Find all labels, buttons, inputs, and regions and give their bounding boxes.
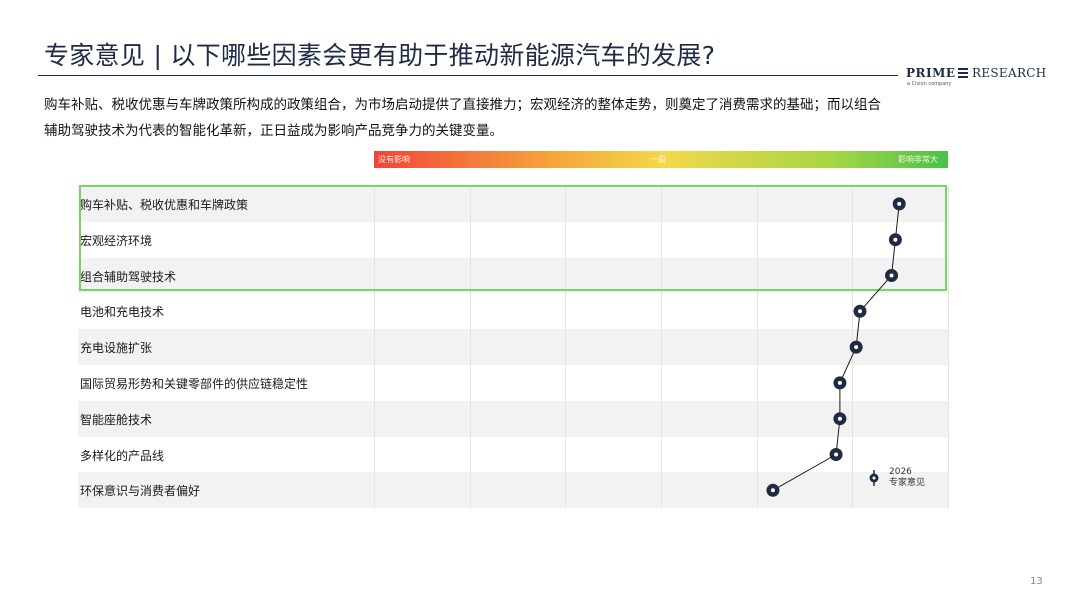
- highlight-box: [79, 185, 947, 291]
- legend-marker-icon: [869, 470, 879, 486]
- data-point: [853, 304, 867, 318]
- row-shade: [78, 472, 948, 509]
- logo-subtitle: a Cision company: [907, 81, 952, 87]
- category-label: 多样化的产品线: [80, 448, 165, 463]
- scale-label-right: 影响非常大: [898, 155, 938, 164]
- grid-line: [948, 186, 949, 508]
- row-shade: [78, 329, 948, 365]
- scale-label-left: 没有影响: [378, 155, 410, 164]
- scale-label-mid: 一般: [650, 155, 666, 164]
- brand-logo: PRIME RESEARCH a Cision company: [906, 66, 1056, 90]
- logo-mark-icon: [958, 68, 968, 78]
- legend-label: 专家意见: [889, 478, 926, 488]
- row-shade: [78, 400, 948, 437]
- legend-year: 2026: [889, 467, 912, 477]
- category-label: 智能座舱技术: [80, 412, 153, 427]
- legend-text: 2026 专家意见: [889, 467, 925, 489]
- logo-prime-text: PRIME: [906, 66, 956, 80]
- logo-research-text: RESEARCH: [972, 66, 1047, 80]
- data-point: [829, 448, 843, 461]
- page-title: 专家意见 | 以下哪些因素会更有助于推动新能源汽车的发展?: [44, 41, 716, 70]
- page-number: 13: [1030, 576, 1043, 587]
- category-label: 电池和充电技术: [80, 305, 165, 320]
- category-label: 充电设施扩张: [80, 341, 153, 356]
- title-divider: [38, 75, 898, 76]
- category-label: 国际贸易形势和关键零部件的供应链稳定性: [80, 377, 309, 391]
- category-label: 环保意识与消费者偏好: [80, 484, 201, 499]
- intro-paragraph: 购车补贴、税收优惠与车牌政策所构成的政策组合，为市场启动提供了直接推力；宏观经济…: [44, 97, 881, 139]
- data-point: [833, 376, 847, 390]
